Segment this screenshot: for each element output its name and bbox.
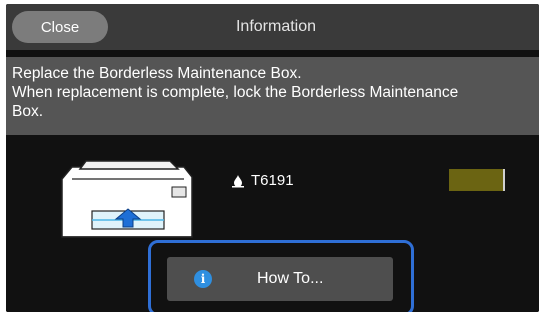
message-panel: Replace the Borderless Maintenance Box. … bbox=[6, 57, 539, 135]
printer-icon bbox=[61, 160, 193, 238]
printer-screen: Close Information Replace the Borderless… bbox=[6, 4, 539, 312]
message-line: Replace the Borderless Maintenance Box. bbox=[12, 65, 302, 82]
howto-focus-frame: i How To... bbox=[148, 240, 414, 312]
info-icon: i bbox=[194, 270, 212, 288]
message-line: When replacement is complete, lock the B… bbox=[12, 84, 459, 101]
title-bar: Close Information bbox=[6, 4, 539, 50]
message-line: Box. bbox=[12, 103, 44, 120]
maintenance-box-level bbox=[449, 169, 505, 191]
close-button[interactable]: Close bbox=[12, 11, 108, 43]
page-title: Information bbox=[235, 18, 317, 35]
ink-drop-icon bbox=[232, 174, 244, 187]
how-to-button[interactable]: i How To... bbox=[167, 257, 393, 301]
part-code-label: T6191 bbox=[251, 172, 294, 189]
part-code: T6191 bbox=[231, 172, 294, 189]
how-to-label: How To... bbox=[257, 270, 324, 287]
